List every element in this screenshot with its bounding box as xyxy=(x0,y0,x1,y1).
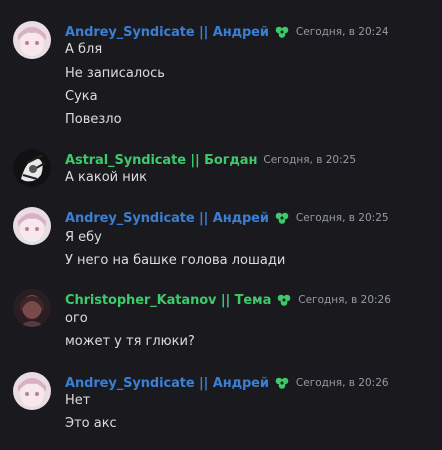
author-name[interactable]: Andrey_Syndicate || Андрей xyxy=(65,376,269,391)
green-clover-icon xyxy=(275,212,289,224)
sketch-avatar-icon xyxy=(13,149,51,187)
author-name[interactable]: Christopher_Katanov || Тема xyxy=(65,293,271,308)
author-name[interactable]: Andrey_Syndicate || Андрей xyxy=(65,25,269,40)
message-text: Я ебу xyxy=(65,230,102,245)
portrait-avatar-icon xyxy=(13,289,51,327)
message-text: Нет xyxy=(65,393,91,408)
user-avatar[interactable] xyxy=(13,372,51,410)
author-name[interactable]: Andrey_Syndicate || Андрей xyxy=(65,211,269,226)
green-clover-icon xyxy=(275,26,289,38)
message-timestamp[interactable]: Сегодня, в 20:25 xyxy=(296,212,389,224)
message-text: У него на башке голова лошади xyxy=(65,253,286,268)
message-text: А какой ник xyxy=(65,170,148,185)
green-clover-icon xyxy=(275,377,289,389)
message-text: Повезло xyxy=(65,112,122,127)
user-avatar[interactable] xyxy=(13,149,51,187)
green-clover-icon xyxy=(277,294,291,306)
message-timestamp[interactable]: Сегодня, в 20:26 xyxy=(298,294,391,306)
user-avatar[interactable] xyxy=(13,21,51,59)
message-text: может у тя глюки? xyxy=(65,334,195,349)
message-timestamp[interactable]: Сегодня, в 20:25 xyxy=(263,154,356,166)
author-name[interactable]: Astral_Syndicate || Богдан xyxy=(65,153,257,168)
message-timestamp[interactable]: Сегодня, в 20:24 xyxy=(296,26,389,38)
message-text: Не записалось xyxy=(65,66,165,81)
anime-avatar-icon xyxy=(13,21,51,59)
message-text: А бля xyxy=(65,42,103,57)
anime-avatar-icon xyxy=(13,207,51,245)
message-timestamp[interactable]: Сегодня, в 20:26 xyxy=(296,377,389,389)
message-text: Сука xyxy=(65,89,98,104)
user-avatar[interactable] xyxy=(13,289,51,327)
user-avatar[interactable] xyxy=(13,207,51,245)
anime-avatar-icon xyxy=(13,372,51,410)
chat-messages: Andrey_Syndicate || Андрей Сегодня, в 20… xyxy=(0,0,442,450)
message-text: ого xyxy=(65,311,88,326)
message-text: Это акс xyxy=(65,416,117,431)
